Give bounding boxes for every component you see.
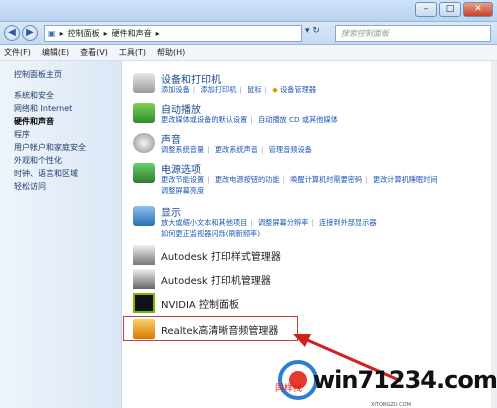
sidebar-item-appearance[interactable]: 外观和个性化 <box>14 154 121 167</box>
breadcrumb-control-panel[interactable]: 控制面板 <box>68 28 100 39</box>
menu-help[interactable]: 帮助(H) <box>157 47 185 58</box>
sidebar: 控制面板主页 系统和安全 网络和 Internet 硬件和声音 程序 用户帐户和… <box>0 61 122 408</box>
address-toolbar: ◀ ▶ ▣ ▸ 控制面板 ▸ 硬件和声音 ▸ ▾ ↻ 搜索控制面板 <box>0 22 497 45</box>
watermark-url: win71234.com <box>313 366 497 394</box>
sidebar-item-network[interactable]: 网络和 Internet <box>14 102 121 115</box>
maximize-button[interactable]: □ <box>439 2 461 17</box>
watermark-logo: win71234.com 同样找 XITONGZU.COM <box>263 355 497 408</box>
menu-edit[interactable]: 编辑(E) <box>42 47 69 58</box>
watermark-domain: XITONGZU.COM <box>371 402 411 408</box>
sidebar-item-user-accounts[interactable]: 用户帐户和家庭安全 <box>14 141 121 154</box>
menu-bar: 文件(F) 编辑(E) 查看(V) 工具(T) 帮助(H) <box>0 45 497 61</box>
title-bar: – □ ✕ <box>0 0 497 22</box>
sidebar-item-programs[interactable]: 程序 <box>14 128 121 141</box>
menu-file[interactable]: 文件(F) <box>4 47 31 58</box>
sidebar-item-system-security[interactable]: 系统和安全 <box>14 89 121 102</box>
watermark-caption: 同样找 <box>275 384 303 394</box>
minimize-button[interactable]: – <box>415 2 437 17</box>
breadcrumb-separator-icon: ▸ <box>103 29 108 38</box>
sidebar-item-ease-of-access[interactable]: 轻松访问 <box>14 180 121 193</box>
menu-tools[interactable]: 工具(T) <box>119 47 146 58</box>
sidebar-item-clock-region[interactable]: 时钟、语言和区域 <box>14 167 121 180</box>
menu-view[interactable]: 查看(V) <box>80 47 108 58</box>
sidebar-item-hardware-sound[interactable]: 硬件和声音 <box>14 115 121 128</box>
search-input[interactable]: 搜索控制面板 <box>335 25 491 42</box>
breadcrumb-separator-icon: ▸ <box>59 29 64 38</box>
address-box[interactable]: ▣ ▸ 控制面板 ▸ 硬件和声音 ▸ <box>44 25 302 42</box>
forward-button[interactable]: ▶ <box>22 25 38 41</box>
close-button[interactable]: ✕ <box>463 2 493 17</box>
control-panel-icon: ▣ <box>48 29 56 38</box>
breadcrumb-separator-icon: ▸ <box>155 29 160 38</box>
breadcrumb-hardware-sound[interactable]: 硬件和声音 <box>112 28 152 39</box>
sidebar-home-link[interactable]: 控制面板主页 <box>14 68 121 81</box>
refresh-button[interactable]: ▾ ↻ <box>305 26 333 41</box>
back-button[interactable]: ◀ <box>4 25 20 41</box>
